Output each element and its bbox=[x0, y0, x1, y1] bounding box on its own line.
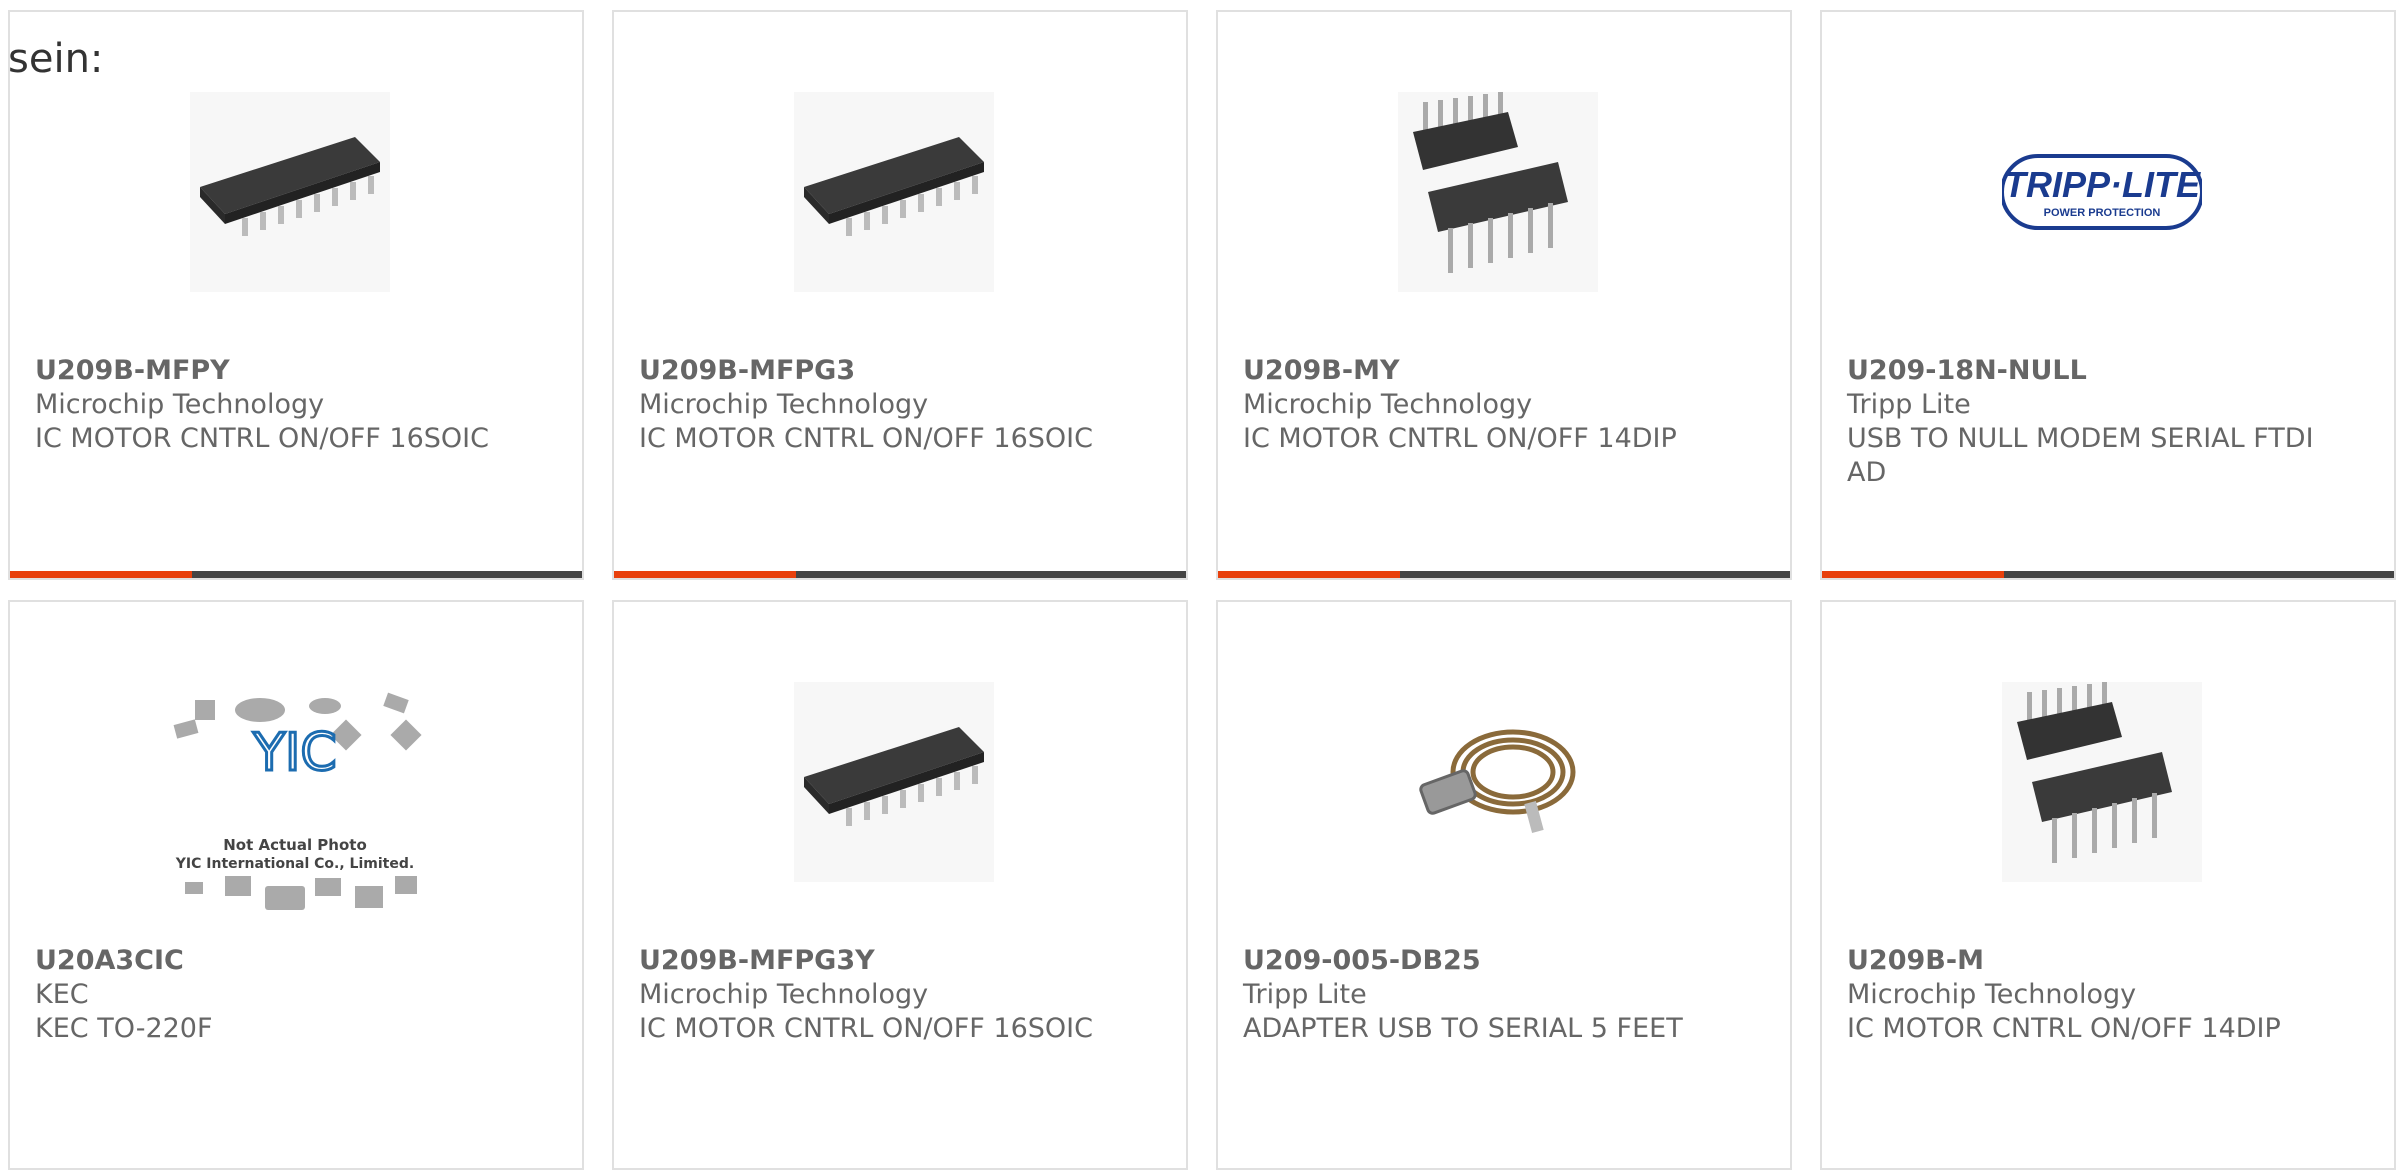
manufacturer: KEC bbox=[35, 979, 89, 1010]
dip-chip-icon[interactable] bbox=[1398, 92, 1598, 292]
description: ADAPTER USB TO SERIAL 5 FEET bbox=[1243, 1013, 1683, 1044]
tripp-lite-logo[interactable]: TRIPP·LITE POWER PROTECTION bbox=[2002, 92, 2202, 292]
manufacturer: Microchip Technology bbox=[1847, 979, 2137, 1010]
product-card[interactable]: U209B-MFPG3 Microchip Technology IC MOTO… bbox=[612, 10, 1188, 580]
part-number[interactable]: U209B-MFPG3 bbox=[639, 354, 1139, 388]
intro-text: sein: bbox=[8, 36, 104, 82]
product-card[interactable]: U209B-MFPY Microchip Technology IC MOTOR… bbox=[8, 10, 584, 580]
soic-chip-icon[interactable] bbox=[794, 682, 994, 882]
placeholder-line2: YIC International Co., Limited. bbox=[175, 856, 414, 872]
placeholder-photo-icon[interactable]: YIC Not Actual Photo YIC International C… bbox=[165, 690, 425, 930]
part-number[interactable]: U209B-MFPG3Y bbox=[639, 944, 1139, 978]
part-number[interactable]: U209B-MFPY bbox=[35, 354, 535, 388]
description: IC MOTOR CNTRL ON/OFF 14DIP bbox=[1847, 1013, 2281, 1044]
description: IC MOTOR CNTRL ON/OFF 16SOIC bbox=[35, 423, 489, 454]
card-bar bbox=[10, 571, 582, 578]
part-number[interactable]: U209-005-DB25 bbox=[1243, 944, 1743, 978]
part-number[interactable]: U209B-MY bbox=[1243, 354, 1743, 388]
product-card[interactable]: TRIPP·LITE POWER PROTECTION U209-18N-NUL… bbox=[1820, 10, 2396, 580]
placeholder-line1: Not Actual Photo bbox=[223, 836, 367, 854]
card-bar bbox=[614, 571, 1186, 578]
manufacturer: Microchip Technology bbox=[639, 389, 929, 420]
product-card[interactable]: U209B-M Microchip Technology IC MOTOR CN… bbox=[1820, 600, 2396, 1170]
logo-text: TRIPP·LITE bbox=[2004, 164, 2201, 205]
soic-chip-icon[interactable] bbox=[190, 92, 390, 292]
manufacturer: Microchip Technology bbox=[35, 389, 325, 420]
manufacturer: Microchip Technology bbox=[1243, 389, 1533, 420]
description: IC MOTOR CNTRL ON/OFF 16SOIC bbox=[639, 423, 1093, 454]
part-number[interactable]: U209-18N-NULL bbox=[1847, 354, 2347, 388]
card-bar bbox=[1822, 571, 2394, 578]
manufacturer: Microchip Technology bbox=[639, 979, 929, 1010]
description: KEC TO-220F bbox=[35, 1013, 213, 1044]
description: USB TO NULL MODEM SERIAL FTDI AD bbox=[1847, 423, 2314, 488]
soic-chip-icon[interactable] bbox=[794, 92, 994, 292]
part-number[interactable]: U20A3CIC bbox=[35, 944, 535, 978]
manufacturer: Tripp Lite bbox=[1847, 389, 1971, 420]
usb-serial-cable-icon[interactable] bbox=[1398, 682, 1598, 882]
product-card[interactable]: U209B-MFPG3Y Microchip Technology IC MOT… bbox=[612, 600, 1188, 1170]
part-number[interactable]: U209B-M bbox=[1847, 944, 2347, 978]
product-card[interactable]: U209-005-DB25 Tripp Lite ADAPTER USB TO … bbox=[1216, 600, 1792, 1170]
svg-text:YIC: YIC bbox=[252, 723, 336, 783]
card-bar bbox=[1218, 571, 1790, 578]
product-card[interactable]: YIC Not Actual Photo YIC International C… bbox=[8, 600, 584, 1170]
dip-chip-icon[interactable] bbox=[2002, 682, 2202, 882]
logo-subtext: POWER PROTECTION bbox=[2044, 207, 2161, 219]
manufacturer: Tripp Lite bbox=[1243, 979, 1367, 1010]
description: IC MOTOR CNTRL ON/OFF 16SOIC bbox=[639, 1013, 1093, 1044]
description: IC MOTOR CNTRL ON/OFF 14DIP bbox=[1243, 423, 1677, 454]
product-card[interactable]: U209B-MY Microchip Technology IC MOTOR C… bbox=[1216, 10, 1792, 580]
